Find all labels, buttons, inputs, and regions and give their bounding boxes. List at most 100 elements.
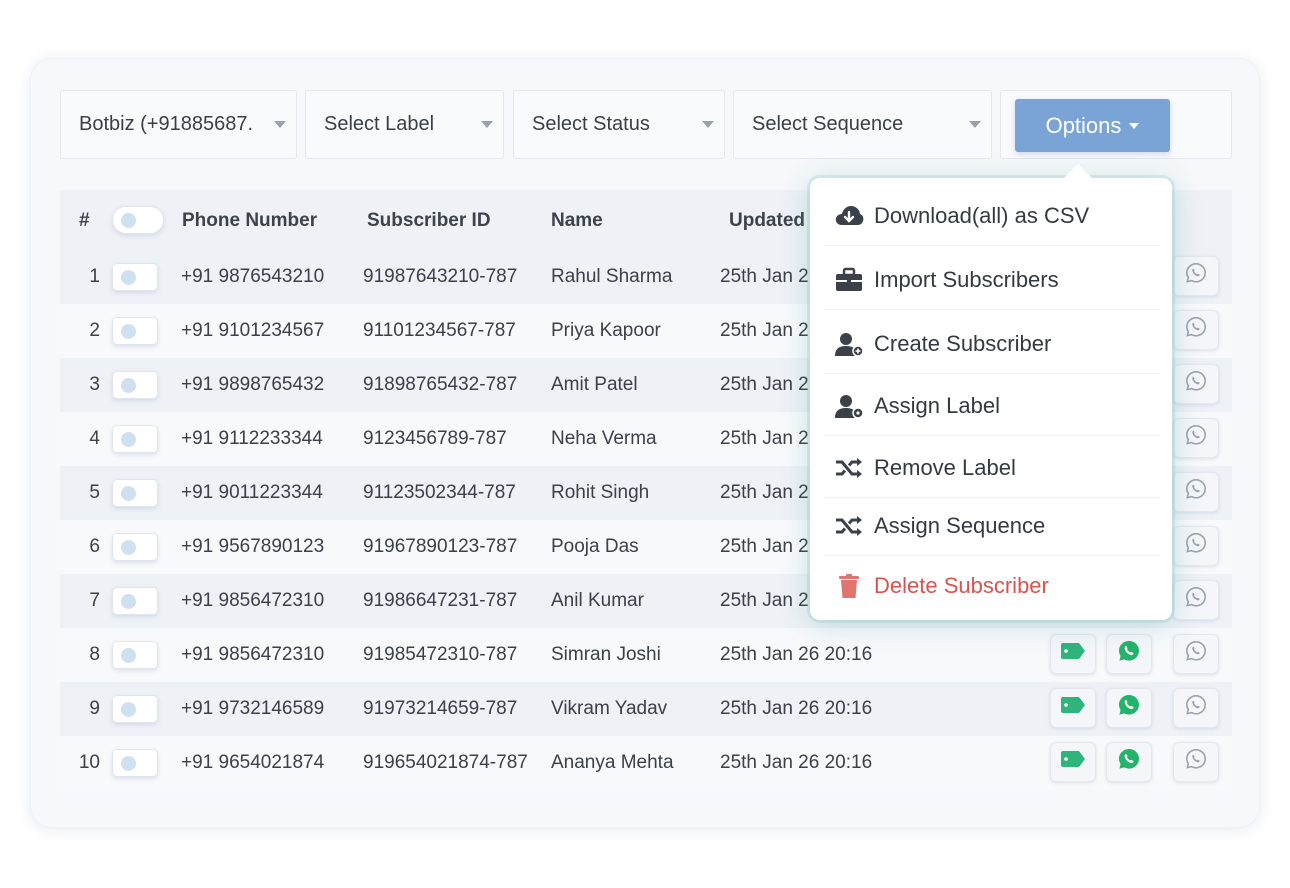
user-tag-icon [835,394,864,419]
chevron-down-icon [969,121,981,128]
row-number: 4 [89,428,100,449]
assign-label-button[interactable] [1050,742,1096,782]
row-number: 6 [89,536,100,557]
caret-down-icon [1129,122,1140,129]
whatsapp-outline-button[interactable] [1173,418,1219,458]
cloud-download-icon [835,205,864,225]
row-name: Neha Verma [551,428,657,449]
row-phone: +91 9654021874 [181,752,325,773]
row-select-toggle[interactable] [112,371,158,399]
row-phone: +91 9732146589 [181,698,325,719]
whatsapp-outline-icon [1184,477,1208,507]
row-name: Rohit Singh [551,482,650,503]
header-num: # [79,210,90,231]
tag-icon [1060,750,1086,774]
row-subscriber-id: 91967890123-787 [363,536,518,557]
row-subscriber-id: 91123502344-787 [363,482,516,503]
row-number: 5 [89,482,100,503]
whatsapp-outline-icon [1184,315,1208,345]
menu-item-create-subscriber[interactable]: Create Subscriber [824,314,1160,374]
label-select[interactable]: Select Label [305,90,504,159]
row-name: Ananya Mehta [551,752,674,773]
row-select-toggle[interactable] [112,425,158,453]
row-select-toggle[interactable] [112,695,158,723]
menu-item-label: Create Subscriber [874,330,1052,356]
header-name: Name [551,210,603,231]
row-phone: +91 9876543210 [181,266,325,287]
menu-item-download-csv[interactable]: Download(all) as CSV [824,186,1160,246]
whatsapp-outline-icon [1184,639,1208,669]
whatsapp-chat-button[interactable] [1106,742,1152,782]
row-updated: 25th Jan 2 [720,590,809,611]
whatsapp-outline-button[interactable] [1173,256,1219,296]
header-phone: Phone Number [182,210,318,231]
menu-item-label: Assign Sequence [874,512,1046,538]
row-select-toggle[interactable] [112,317,158,345]
whatsapp-outline-button[interactable] [1173,526,1219,566]
header-subscriber-id: Subscriber ID [367,210,491,231]
row-select-toggle[interactable] [112,749,158,777]
menu-item-label: Download(all) as CSV [874,202,1090,228]
account-select[interactable]: Botbiz (+91885687. [60,90,297,159]
chevron-down-icon [274,121,286,128]
row-select-toggle[interactable] [112,641,158,669]
whatsapp-outline-icon [1184,423,1208,453]
whatsapp-outline-button[interactable] [1173,688,1219,728]
row-name: Simran Joshi [551,644,661,665]
menu-item-assign-label[interactable]: Assign Label [824,376,1160,436]
assign-label-button[interactable] [1050,634,1096,674]
row-updated: 25th Jan 2 [720,320,809,341]
menu-item-label: Delete Subscriber [874,573,1049,598]
menu-item-label: Assign Label [874,392,1000,418]
row-phone: +91 9101234567 [181,320,325,341]
menu-item-import-subscribers[interactable]: Import Subscribers [824,250,1160,310]
whatsapp-outline-button[interactable] [1173,364,1219,404]
row-updated: 25th Jan 26 20:16 [720,752,873,773]
whatsapp-outline-icon [1184,531,1208,561]
menu-item-assign-sequence[interactable]: Assign Sequence [824,496,1160,556]
row-phone: +91 9898765432 [181,374,325,395]
shuffle-icon [836,457,862,478]
row-phone: +91 9112233344 [181,428,323,449]
sequence-select-value: Select Sequence [752,113,904,135]
account-select-value: Botbiz (+91885687. [79,113,254,135]
select-all-toggle[interactable] [112,206,164,234]
row-select-toggle[interactable] [112,263,158,291]
briefcase-icon [836,267,862,291]
whatsapp-outline-button[interactable] [1173,580,1219,620]
whatsapp-outline-button[interactable] [1173,742,1219,782]
assign-label-button[interactable] [1050,688,1096,728]
whatsapp-outline-icon [1184,585,1208,615]
status-select-value: Select Status [532,113,650,135]
row-subscriber-id: 91985472310-787 [363,644,518,665]
table-row: 8 +91 9856472310 91985472310-787 Simran Jos… [60,628,1232,682]
whatsapp-outline-icon [1184,693,1208,723]
whatsapp-chat-button[interactable] [1106,634,1152,674]
whatsapp-outline-button[interactable] [1173,310,1219,350]
row-number: 2 [89,320,100,341]
row-select-toggle[interactable] [112,479,158,507]
whatsapp-chat-button[interactable] [1106,688,1152,728]
row-subscriber-id: 919654021874-787 [363,752,528,773]
whatsapp-outline-button[interactable] [1173,634,1219,674]
row-name: Priya Kapoor [551,320,661,341]
options-dropdown-menu: Download(all) as CSV Import Subscribers … [810,164,1172,620]
options-container: Options [1000,90,1232,159]
row-updated: 25th Jan 2 [720,428,809,449]
whatsapp-outline-icon [1184,261,1208,291]
row-select-toggle[interactable] [112,587,158,615]
sequence-select[interactable]: Select Sequence [733,90,992,159]
table-row: 10 +91 9654021874 919654021874-787 Ananya M… [60,736,1232,790]
chevron-down-icon [702,121,714,128]
row-updated: 25th Jan 2 [720,374,809,395]
row-phone: +91 9011223344 [181,482,323,503]
menu-item-remove-label[interactable]: Remove Label [824,438,1160,498]
menu-item-delete-subscriber[interactable]: Delete Subscriber [824,556,1160,616]
filter-toolbar: Botbiz (+91885687. Select Label Select S… [60,90,1232,160]
options-button[interactable]: Options [1015,99,1170,152]
whatsapp-outline-button[interactable] [1173,472,1219,512]
row-select-toggle[interactable] [112,533,158,561]
status-select[interactable]: Select Status [513,90,725,159]
shuffle-icon [836,515,862,536]
tag-icon [1060,696,1086,720]
